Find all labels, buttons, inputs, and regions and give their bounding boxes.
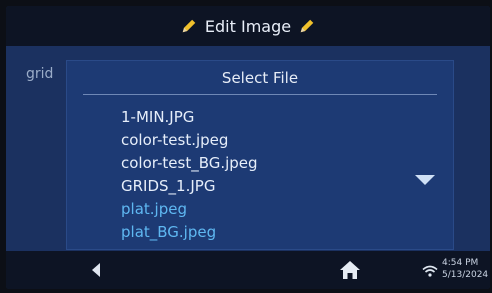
background-grid-label: grid (26, 66, 54, 82)
pencil-icon (300, 19, 314, 33)
file-item[interactable]: plat.jpeg (121, 198, 258, 221)
clock-time: 4:54 PM (442, 258, 479, 268)
file-list: 1-MIN.JPG color-test.jpeg color-test_BG.jp… (121, 106, 258, 244)
chevron-down-icon[interactable] (415, 175, 435, 185)
select-file-dialog: Select File 1-MIN.JPG color-test.jpeg colo… (66, 60, 454, 250)
file-item[interactable]: GRIDS_1.JPG (121, 175, 258, 198)
back-icon[interactable] (92, 263, 100, 277)
page-title: Edit Image (204, 16, 292, 36)
divider (83, 94, 437, 95)
header-bar: Edit Image (6, 6, 490, 46)
footer-bar: 4:54 PM 5/13/2024 (6, 251, 490, 289)
home-icon[interactable] (339, 260, 361, 280)
file-item[interactable]: plat_BG.jpeg (121, 221, 258, 244)
wifi-icon (422, 265, 438, 277)
file-item[interactable]: 1-MIN.JPG (121, 106, 258, 129)
status-clock: 4:54 PM 5/13/2024 (442, 257, 488, 281)
pencil-icon (182, 19, 196, 33)
dialog-title: Select File (221, 69, 299, 87)
file-item[interactable]: color-test_BG.jpeg (121, 152, 258, 175)
content-area: grid Select File 1-MIN.JPG color-test.jpe… (6, 46, 490, 251)
clock-date: 5/13/2024 (442, 270, 489, 280)
touchscreen: Edit Image grid Select File 1-MIN.JPG col… (6, 6, 490, 289)
file-item[interactable]: color-test.jpeg (121, 129, 258, 152)
